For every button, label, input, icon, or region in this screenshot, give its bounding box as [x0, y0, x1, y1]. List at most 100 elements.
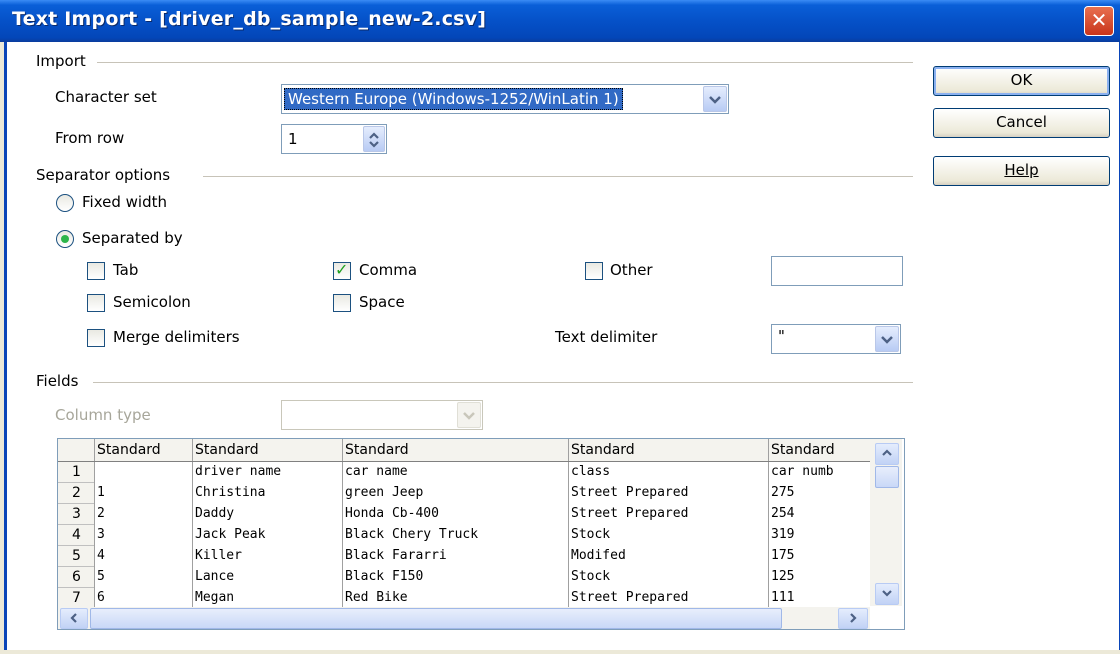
grid-cell: driver name [195, 464, 282, 479]
from-row-stepper[interactable]: 1 [281, 124, 387, 154]
grid-cell: car numb [771, 464, 834, 479]
character-set-label: Character set [55, 88, 157, 106]
grid-cell: 2 [97, 506, 105, 521]
grid-cell: Black F150 [345, 569, 424, 584]
fixed-width-label[interactable]: Fixed width [82, 193, 167, 211]
grid-cell: Red Bike [345, 590, 408, 605]
grid-cell: Street Prepared [571, 590, 689, 605]
grid-cell: Christina [195, 485, 266, 500]
vertical-scroll-thumb[interactable] [875, 466, 899, 488]
horizontal-scroll-thumb[interactable] [90, 608, 782, 629]
arrow-left-icon[interactable] [60, 608, 88, 629]
horizontal-scrollbar[interactable] [58, 607, 870, 629]
cancel-button[interactable]: Cancel [933, 108, 1110, 138]
column-header: Standard [571, 442, 635, 458]
column-type-dropdown[interactable] [281, 400, 483, 430]
from-row-label: From row [55, 129, 125, 147]
chevron-down-icon[interactable] [457, 402, 481, 428]
fields-section-divider [93, 382, 913, 383]
grid-cell: 4 [97, 548, 105, 563]
import-section-heading: Import [36, 52, 92, 70]
help-button-label: Help [1004, 161, 1039, 179]
grid-cell: 111 [771, 590, 795, 605]
help-button[interactable]: Help [933, 156, 1110, 186]
separator-section-divider [203, 176, 913, 177]
text-delimiter-value: " [778, 327, 785, 345]
row-number: 6 [72, 569, 81, 585]
fields-section-heading: Fields [36, 372, 85, 390]
grid-cell: Honda Cb-400 [345, 506, 439, 521]
separator-section-heading: Separator options [36, 166, 177, 184]
grid-cell: Black Chery Truck [345, 527, 479, 542]
row-number: 1 [72, 464, 81, 480]
grid-cell: 175 [771, 548, 795, 563]
semicolon-checkbox[interactable] [87, 294, 105, 312]
row-number: 5 [72, 548, 81, 564]
grid-cell: 3 [97, 527, 105, 542]
row-number: 2 [72, 485, 81, 501]
grid-cell: class [571, 464, 611, 479]
grid-cell: 5 [97, 569, 105, 584]
grid-cell: Lance [195, 569, 235, 584]
grid-cell: car name [345, 464, 408, 479]
grid-cell: Modifed [571, 548, 626, 563]
close-icon: ✕ [1090, 8, 1108, 32]
merge-delimiters-label[interactable]: Merge delimiters [113, 328, 240, 346]
column-header: Standard [345, 442, 409, 458]
grid-cell: Street Prepared [571, 485, 689, 500]
title-bar[interactable]: Text Import - [driver_db_sample_new-2.cs… [0, 0, 1120, 42]
grid-cell [97, 462, 190, 482]
arrow-down-icon[interactable] [875, 583, 899, 605]
other-separator-input[interactable] [771, 256, 903, 286]
separated-by-radio[interactable] [56, 230, 74, 248]
arrow-up-icon[interactable] [875, 443, 899, 465]
from-row-value: 1 [288, 130, 298, 148]
other-label[interactable]: Other [610, 261, 653, 279]
dialog-body: Import Character set Western Europe (Win… [4, 42, 1120, 650]
grid-cell: 6 [97, 590, 105, 605]
close-button[interactable]: ✕ [1084, 6, 1114, 36]
comma-checkbox[interactable] [333, 260, 351, 280]
row-number: 4 [72, 527, 81, 543]
column-header: Standard [771, 442, 835, 458]
character-set-dropdown[interactable]: Western Europe (Windows-1252/WinLatin 1) [281, 84, 729, 114]
text-delimiter-dropdown[interactable]: " [771, 324, 901, 354]
chevron-down-icon[interactable] [875, 326, 899, 352]
arrow-right-icon[interactable] [838, 608, 868, 629]
comma-label[interactable]: Comma [359, 261, 417, 279]
semicolon-label[interactable]: Semicolon [113, 293, 191, 311]
grid-cell: Killer [195, 548, 242, 563]
separated-by-label[interactable]: Separated by [82, 229, 183, 247]
grid-cell: Megan [195, 590, 235, 605]
chevron-down-icon[interactable] [703, 86, 727, 112]
tab-checkbox[interactable] [87, 262, 105, 280]
tab-label[interactable]: Tab [113, 261, 138, 279]
column-type-label: Column type [55, 406, 151, 424]
vertical-scrollbar[interactable] [870, 439, 902, 606]
grid-cell: Black Fararri [345, 548, 447, 563]
text-import-dialog: Text Import - [driver_db_sample_new-2.cs… [0, 0, 1120, 654]
import-section-divider [97, 62, 913, 63]
preview-grid[interactable]: Standard Standard Standard Standard Standard… [57, 438, 905, 630]
grid-cell: Street Prepared [571, 506, 689, 521]
row-number: 7 [72, 590, 81, 606]
grid-cell: Jack Peak [195, 527, 266, 542]
merge-delimiters-checkbox[interactable] [87, 329, 105, 347]
fixed-width-radio[interactable] [56, 194, 74, 212]
grid-cell: 125 [771, 569, 795, 584]
grid-cell: green Jeep [345, 485, 424, 500]
character-set-value: Western Europe (Windows-1252/WinLatin 1) [284, 88, 623, 110]
space-checkbox[interactable] [333, 294, 351, 312]
space-label[interactable]: Space [359, 293, 405, 311]
ok-button[interactable]: OK [933, 66, 1110, 96]
row-number: 3 [72, 506, 81, 522]
spin-updown-icon[interactable] [363, 126, 385, 152]
column-header: Standard [195, 442, 259, 458]
other-checkbox[interactable] [585, 262, 603, 280]
grid-cell: Stock [571, 569, 611, 584]
grid-cell: 1 [97, 485, 105, 500]
grid-cell: Stock [571, 527, 611, 542]
grid-cell: 319 [771, 527, 795, 542]
text-delimiter-label: Text delimiter [555, 328, 658, 346]
grid-cell: 275 [771, 485, 795, 500]
